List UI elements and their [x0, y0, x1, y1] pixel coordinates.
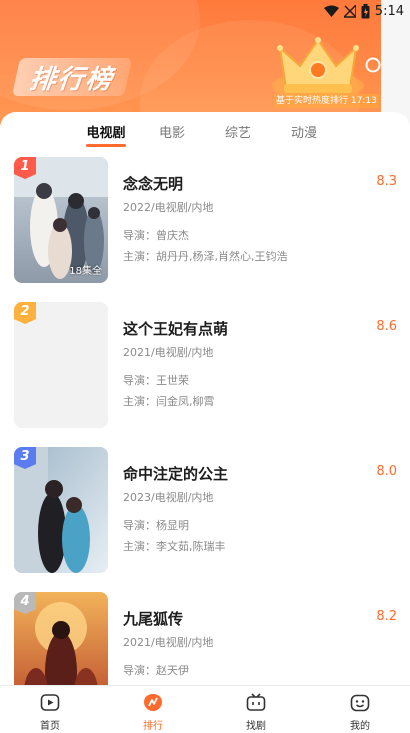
- crown-trophy-icon: [266, 34, 370, 100]
- search-icon[interactable]: [364, 56, 384, 76]
- poster-image[interactable]: 3: [14, 447, 108, 573]
- ranking-icon: [144, 694, 162, 711]
- nav-find-series[interactable]: 找剧: [226, 686, 286, 733]
- episode-tag: 18集全: [69, 266, 102, 277]
- item-score: 8.3: [376, 174, 397, 189]
- play-icon: [40, 694, 60, 711]
- item-meta: 2021/电视剧/内地: [123, 346, 214, 359]
- item-score: 8.2: [376, 609, 397, 624]
- nav-label: 我的: [350, 721, 370, 732]
- nav-home[interactable]: 首页: [20, 686, 80, 733]
- active-tab-indicator: [86, 144, 126, 147]
- item-title: 这个王妃有点萌: [123, 320, 229, 338]
- list-item[interactable]: 3 命中注定的公主 8.0 2023/电视剧/内地 导演：杨显明 主演：李文茹,…: [0, 447, 410, 575]
- poster-image[interactable]: 4: [14, 592, 108, 685]
- item-title: 命中注定的公主: [123, 465, 229, 483]
- ranking-content: 电视剧 电影 综艺 动漫 1 18集全 念念无明 8.3 2022/电视剧/内地…: [0, 112, 410, 685]
- nav-ranking[interactable]: 排行: [123, 686, 183, 733]
- category-tabs: 电视剧 电影 综艺 动漫: [0, 112, 410, 152]
- signal-off-icon: [344, 5, 356, 18]
- item-director: 导演：王世荣: [123, 374, 189, 387]
- status-time: 5:14: [374, 4, 404, 19]
- nav-label: 首页: [40, 721, 60, 732]
- tab-tv-series[interactable]: 电视剧: [76, 122, 136, 141]
- item-score: 8.0: [376, 464, 397, 479]
- nav-label: 找剧: [246, 721, 266, 732]
- item-score: 8.6: [376, 319, 397, 334]
- item-cast: 主演：闫金凤,柳霄: [123, 395, 215, 408]
- profile-icon: [350, 694, 370, 712]
- battery-icon: [361, 4, 370, 19]
- status-icons: [324, 4, 370, 19]
- item-title: 九尾狐传: [123, 610, 184, 628]
- status-bar: 5:14: [0, 0, 410, 26]
- item-meta: 2023/电视剧/内地: [123, 491, 214, 504]
- nav-profile[interactable]: 我的: [330, 686, 390, 733]
- item-cast: 主演：胡丹丹,杨泽,肖然心,王钧浩: [123, 250, 288, 263]
- tab-variety[interactable]: 综艺: [208, 122, 268, 141]
- item-director: 导演：赵天伊: [123, 664, 189, 677]
- tv-icon: [246, 693, 266, 711]
- list-item[interactable]: 1 18集全 念念无明 8.3 2022/电视剧/内地 导演：曾庆杰 主演：胡丹…: [0, 157, 410, 285]
- item-meta: 2021/电视剧/内地: [123, 636, 214, 649]
- poster-image[interactable]: 1 18集全: [14, 157, 108, 283]
- item-cast: 主演：李文茹,陈瑞丰: [123, 540, 226, 553]
- item-title: 念念无明: [123, 175, 184, 193]
- tab-anime[interactable]: 动漫: [274, 122, 334, 141]
- page-title: 排行榜: [28, 64, 116, 95]
- item-director: 导演：曾庆杰: [123, 229, 189, 242]
- list-item[interactable]: 2 这个王妃有点萌 8.6 2021/电视剧/内地 导演：王世荣 主演：闫金凤,…: [0, 302, 410, 430]
- item-meta: 2022/电视剧/内地: [123, 201, 214, 214]
- list-item[interactable]: 4 九尾狐传 8.2 2021/电视剧/内地 导演：赵天伊: [0, 592, 410, 685]
- rank-badge: 2: [14, 302, 36, 324]
- bottom-navigation: 首页 排行 找剧 我的: [0, 685, 410, 733]
- item-director: 导演：杨显明: [123, 519, 189, 532]
- wifi-icon: [324, 5, 339, 17]
- nav-label: 排行: [143, 721, 163, 732]
- poster-image[interactable]: 2: [14, 302, 108, 428]
- tab-movies[interactable]: 电影: [142, 122, 202, 141]
- page-title-badge: 排行榜: [11, 58, 133, 96]
- ranking-update-note: 基于实时热度排行 17:13: [274, 94, 379, 108]
